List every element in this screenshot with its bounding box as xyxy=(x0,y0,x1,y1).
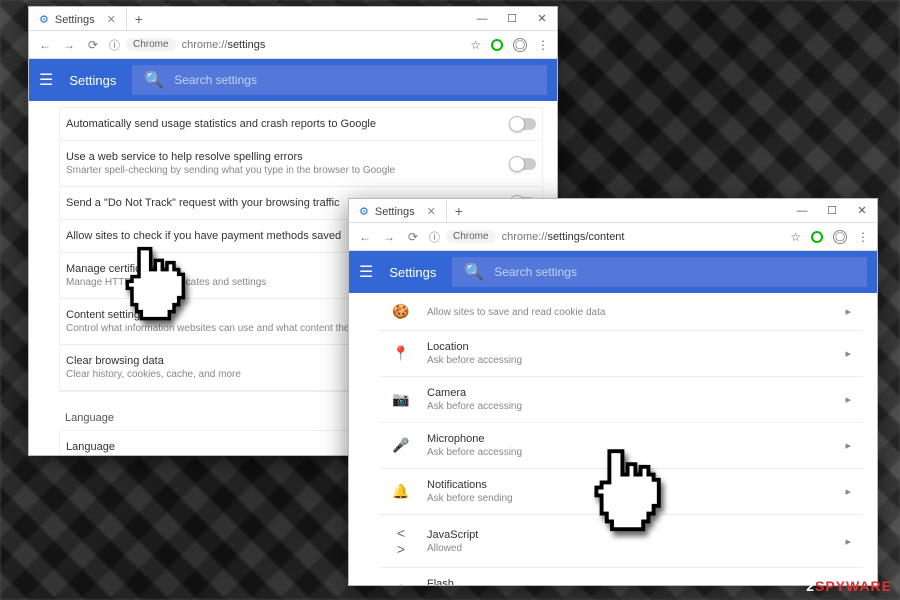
address-bar: ← → ⟳ ⓘ Chrome chrome://settings ☆ ◯ ⋮ xyxy=(29,31,557,59)
extension-icon[interactable] xyxy=(491,39,503,51)
content-row-notifications[interactable]: 🔔 NotificationsAsk before sending ▸ xyxy=(379,469,863,515)
bell-icon: 🔔 xyxy=(391,483,411,500)
search-input[interactable] xyxy=(174,73,535,87)
content-row-cookies[interactable]: 🍪 Allow sites to save and read cookie da… xyxy=(379,293,863,331)
maximize-button[interactable]: ☐ xyxy=(817,199,847,223)
close-button[interactable]: ✕ xyxy=(847,199,877,223)
forward-icon[interactable]: → xyxy=(381,230,397,244)
back-icon[interactable]: ← xyxy=(37,38,53,52)
close-tab-icon[interactable]: ✕ xyxy=(427,205,436,218)
gear-icon: ⚙ xyxy=(39,13,49,26)
toggle[interactable] xyxy=(510,118,536,130)
search-box[interactable]: 🔍 xyxy=(452,257,867,287)
settings-title: Settings xyxy=(389,265,436,280)
watermark: 2SPYWARE xyxy=(806,578,892,594)
new-tab-button[interactable]: + xyxy=(127,11,151,27)
window-controls: — ☐ ✕ xyxy=(787,199,877,223)
chevron-right-icon: ▸ xyxy=(845,347,851,360)
address-bar: ← → ⟳ ⓘ Chrome chrome://settings/content… xyxy=(349,223,877,251)
url-box[interactable]: ⓘ Chrome chrome://settings xyxy=(109,37,462,53)
chevron-right-icon: ▸ xyxy=(845,305,851,318)
content-row-javascript[interactable]: < > JavaScriptAllowed ▸ xyxy=(379,515,863,568)
content-row-location[interactable]: 📍 LocationAsk before accessing ▸ xyxy=(379,331,863,377)
puzzle-icon: ✱ xyxy=(391,582,411,585)
minimize-button[interactable]: — xyxy=(467,7,497,31)
chevron-right-icon: ▸ xyxy=(845,439,851,452)
window-controls: — ☐ ✕ xyxy=(467,7,557,31)
forward-icon[interactable]: → xyxy=(61,38,77,52)
settings-title: Settings xyxy=(69,73,116,88)
setting-row-crash-reports[interactable]: Automatically send usage statistics and … xyxy=(60,108,542,141)
info-icon: ⓘ xyxy=(109,37,120,53)
bookmark-icon[interactable]: ☆ xyxy=(470,38,481,52)
settings-header: ☰ Settings 🔍 xyxy=(29,59,557,101)
content-row-camera[interactable]: 📷 CameraAsk before accessing ▸ xyxy=(379,377,863,423)
menu-icon[interactable]: ⋮ xyxy=(537,38,549,52)
location-icon: 📍 xyxy=(391,345,411,362)
info-icon: ⓘ xyxy=(429,229,440,245)
tab-title: Settings xyxy=(55,14,95,26)
back-icon[interactable]: ← xyxy=(357,230,373,244)
settings-header: ☰ Settings 🔍 xyxy=(349,251,877,293)
url-box[interactable]: ⓘ Chrome chrome://settings/content xyxy=(429,229,782,245)
close-button[interactable]: ✕ xyxy=(527,7,557,31)
chevron-right-icon: ▸ xyxy=(845,393,851,406)
close-tab-icon[interactable]: ✕ xyxy=(107,13,116,26)
titlebar: ⚙ Settings ✕ + — ☐ ✕ xyxy=(349,199,877,223)
camera-icon: 📷 xyxy=(391,391,411,408)
reload-icon[interactable]: ⟳ xyxy=(405,230,421,244)
microphone-icon: 🎤 xyxy=(391,437,411,454)
gear-icon: ⚙ xyxy=(359,205,369,218)
menu-icon[interactable]: ⋮ xyxy=(857,230,869,244)
bookmark-icon[interactable]: ☆ xyxy=(790,230,801,244)
chevron-right-icon: ▸ xyxy=(845,535,851,548)
chevron-right-icon: ▸ xyxy=(845,485,851,498)
search-input[interactable] xyxy=(494,265,855,279)
profile-icon[interactable]: ◯ xyxy=(513,38,527,52)
setting-row-spelling[interactable]: Use a web service to help resolve spelli… xyxy=(60,141,542,187)
toggle[interactable] xyxy=(510,158,536,170)
maximize-button[interactable]: ☐ xyxy=(497,7,527,31)
new-tab-button[interactable]: + xyxy=(447,203,471,219)
tab-title: Settings xyxy=(375,206,415,218)
minimize-button[interactable]: — xyxy=(787,199,817,223)
url-chip: Chrome xyxy=(446,230,496,243)
titlebar: ⚙ Settings ✕ + — ☐ ✕ xyxy=(29,7,557,31)
content-settings-list[interactable]: 🍪 Allow sites to save and read cookie da… xyxy=(349,293,877,585)
reload-icon[interactable]: ⟳ xyxy=(85,38,101,52)
browser-tab[interactable]: ⚙ Settings ✕ xyxy=(349,199,447,223)
browser-tab[interactable]: ⚙ Settings ✕ xyxy=(29,7,127,31)
search-icon: 🔍 xyxy=(144,70,164,90)
chrome-window-content-settings: ⚙ Settings ✕ + — ☐ ✕ ← → ⟳ ⓘ Chrome chro… xyxy=(348,198,878,586)
content-row-microphone[interactable]: 🎤 MicrophoneAsk before accessing ▸ xyxy=(379,423,863,469)
cookie-icon: 🍪 xyxy=(391,303,411,320)
content-row-flash[interactable]: ✱ FlashAsk first ▸ xyxy=(379,568,863,585)
search-icon: 🔍 xyxy=(464,262,484,282)
hamburger-icon[interactable]: ☰ xyxy=(39,70,53,90)
search-box[interactable]: 🔍 xyxy=(132,65,547,95)
code-icon: < > xyxy=(391,525,411,557)
profile-icon[interactable]: ◯ xyxy=(833,230,847,244)
extension-icon[interactable] xyxy=(811,231,823,243)
hamburger-icon[interactable]: ☰ xyxy=(359,262,373,282)
url-chip: Chrome xyxy=(126,38,176,51)
